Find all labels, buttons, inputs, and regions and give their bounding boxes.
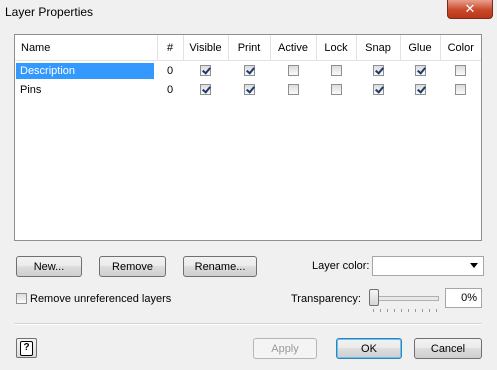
- visible-checkbox[interactable]: [200, 65, 211, 77]
- layer-lock-cell: [316, 80, 356, 99]
- layer-lock-cell: [316, 61, 356, 81]
- visible-checkbox[interactable]: [200, 84, 211, 96]
- close-icon: ✕: [464, 1, 476, 16]
- layer-glue-cell: [400, 61, 440, 81]
- table-header-row: Name # Visible Print Active Lock Snap Gl…: [15, 35, 481, 61]
- layer-snap-cell: [356, 61, 400, 81]
- print-checkbox[interactable]: [243, 65, 255, 77]
- color-checkbox[interactable]: [455, 84, 466, 96]
- column-header-visible[interactable]: Visible: [183, 35, 229, 61]
- table-row[interactable]: Description 0: [15, 61, 481, 81]
- layer-active-cell: [270, 80, 316, 99]
- layer-visible-cell: [183, 61, 228, 81]
- column-header-snap[interactable]: Snap: [356, 35, 401, 61]
- glue-checkbox[interactable]: [414, 84, 426, 96]
- layer-count: 0: [166, 83, 174, 96]
- remove-button[interactable]: Remove: [99, 256, 166, 277]
- layer-name-cell: Description: [15, 61, 157, 81]
- layer-table-panel: Name # Visible Print Active Lock Snap Gl…: [14, 34, 482, 241]
- layer-name-cell: Pins: [15, 80, 157, 99]
- color-checkbox[interactable]: [455, 65, 466, 77]
- chevron-down-icon: [470, 263, 478, 268]
- cancel-button[interactable]: Cancel: [414, 338, 482, 359]
- layer-name[interactable]: Description: [16, 62, 154, 79]
- snap-checkbox[interactable]: [372, 84, 384, 96]
- layer-color-label: Layer color:: [312, 260, 370, 272]
- layer-color-dropdown[interactable]: [372, 256, 484, 276]
- layer-snap-cell: [356, 80, 400, 99]
- layer-count: 0: [166, 64, 174, 77]
- column-header-print[interactable]: Print: [228, 35, 271, 61]
- active-checkbox[interactable]: [287, 65, 299, 77]
- layer-color-cell: [440, 80, 481, 99]
- transparency-slider-track[interactable]: [372, 296, 439, 301]
- rename-button[interactable]: Rename...: [183, 256, 257, 277]
- new-button[interactable]: New...: [16, 256, 82, 277]
- layer-print-cell: [228, 61, 270, 81]
- column-header-glue[interactable]: Glue: [400, 35, 441, 61]
- remove-unreferenced-label: Remove unreferenced layers: [30, 293, 172, 305]
- layer-name[interactable]: Pins: [16, 82, 154, 98]
- layer-table: Name # Visible Print Active Lock Snap Gl…: [15, 35, 481, 99]
- glue-checkbox[interactable]: [414, 65, 426, 77]
- column-header-active[interactable]: Active: [270, 35, 317, 61]
- help-icon: ?: [20, 340, 33, 356]
- apply-button[interactable]: Apply: [253, 338, 317, 359]
- layer-color-cell: [440, 61, 481, 81]
- print-checkbox[interactable]: [243, 84, 255, 96]
- table-row[interactable]: Pins 0: [15, 80, 481, 99]
- transparency-label: Transparency:: [291, 293, 361, 305]
- title-bar: Layer Properties ✕: [0, 0, 497, 26]
- transparency-slider-thumb[interactable]: [369, 289, 379, 306]
- layer-visible-cell: [183, 80, 228, 99]
- transparency-value-input[interactable]: 0%: [445, 288, 482, 308]
- column-header-color[interactable]: Color: [440, 35, 481, 61]
- layer-print-cell: [228, 80, 270, 99]
- lock-checkbox[interactable]: [330, 65, 342, 77]
- window-title: Layer Properties: [5, 5, 94, 19]
- help-button[interactable]: ?: [16, 338, 37, 358]
- column-header-name[interactable]: Name: [15, 35, 158, 61]
- snap-checkbox[interactable]: [372, 65, 384, 77]
- layer-glue-cell: [400, 80, 440, 99]
- active-checkbox[interactable]: [287, 84, 299, 96]
- remove-unreferenced-checkbox[interactable]: [16, 293, 27, 304]
- transparency-slider-ticks: [373, 309, 437, 312]
- close-button[interactable]: ✕: [447, 0, 493, 19]
- ok-button[interactable]: OK: [336, 338, 402, 359]
- column-header-count[interactable]: #: [157, 35, 184, 61]
- layer-active-cell: [270, 61, 316, 81]
- lock-checkbox[interactable]: [330, 84, 342, 96]
- column-header-lock[interactable]: Lock: [316, 35, 357, 61]
- separator: [14, 323, 482, 325]
